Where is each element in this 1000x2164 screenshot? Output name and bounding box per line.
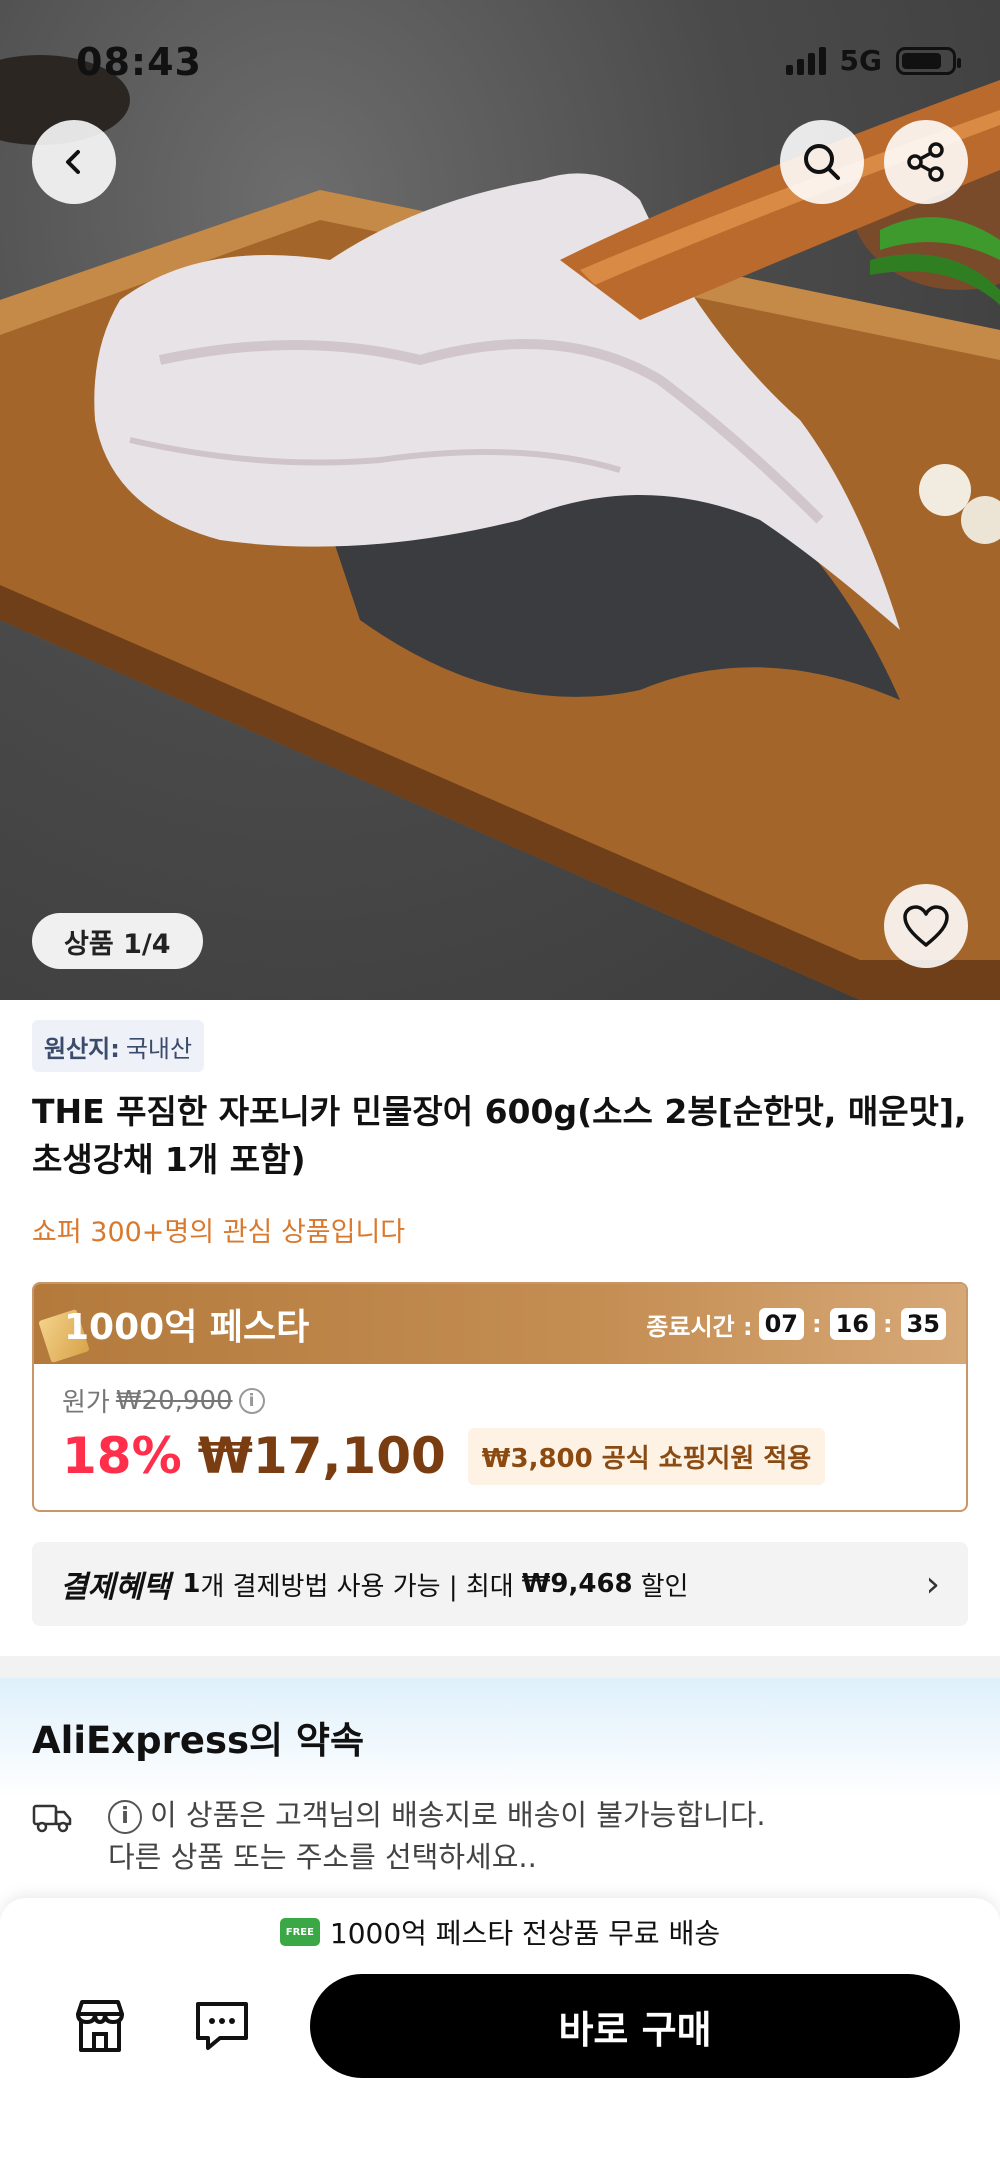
search-button[interactable]: [780, 120, 864, 204]
promise-section: AliExpress의 약속 i이 상품은 고객님의 배송지로 배송이 불가능합…: [0, 1678, 1000, 1898]
original-price-label: 원가: [62, 1388, 110, 1418]
back-button[interactable]: [32, 120, 116, 204]
notice-line-1: 이 상품은 고객님의 배송지로 배송이 불가능합니다.: [150, 1798, 766, 1832]
promise-title: AliExpress의 약속: [32, 1719, 365, 1762]
price-line: 18% ₩17,100 ₩3,800 공식 쇼핑지원 적용: [62, 1427, 938, 1485]
free-shipping-icon: FREE: [279, 1918, 320, 1946]
notice-info-icon: i: [108, 1800, 142, 1834]
bottom-action-bar: FREE 1000억 페스타 전상품 무료 배송 바로 구매: [0, 1898, 1000, 2164]
buy-now-button[interactable]: 바로 구매: [310, 1974, 960, 2078]
status-bar-right: 5G: [785, 44, 961, 77]
timer-seconds: 35: [900, 1308, 946, 1340]
info-icon[interactable]: i: [238, 1387, 265, 1414]
origin-label: 원산지:: [44, 1034, 120, 1063]
battery-icon: [896, 46, 961, 75]
free-shipping-text: 1000억 페스타 전상품 무료 배송: [329, 1917, 721, 1950]
countdown-timer: 종료시간 : 07 : 16 : 35: [646, 1307, 946, 1342]
delivery-notice: i이 상품은 고객님의 배송지로 배송이 불가능합니다. 다른 상품 또는 주소…: [108, 1794, 766, 1878]
signal-icon: [785, 46, 826, 75]
payment-method-count: 1: [182, 1569, 201, 1599]
heart-icon: [903, 905, 949, 947]
status-time: 08:43: [76, 40, 202, 84]
notice-line-2: 다른 상품 또는 주소를 선택하세요..: [108, 1840, 537, 1874]
section-divider: [0, 1656, 1000, 1678]
subsidy-badge: ₩3,800 공식 쇼핑지원 적용: [467, 1427, 826, 1485]
share-icon: [907, 142, 944, 182]
free-shipping-banner: FREE 1000억 페스타 전상품 무료 배송: [0, 1912, 1000, 1952]
share-button[interactable]: [884, 120, 968, 204]
original-price-line: 원가 ₩20,900 i: [62, 1382, 938, 1419]
festa-body: 원가 ₩20,900 i 18% ₩17,100 ₩3,800 공식 쇼핑지원 …: [34, 1364, 966, 1503]
festa-header: 1000억 페스타 종료시간 : 07 : 16 : 35: [34, 1284, 966, 1364]
payment-benefit-label: 결제혜택: [60, 1570, 171, 1605]
truck-icon: [32, 1804, 72, 1833]
original-price: ₩20,900: [115, 1385, 233, 1416]
wishlist-button[interactable]: [884, 884, 968, 968]
search-icon: [804, 144, 840, 180]
timer-minutes: 16: [829, 1308, 875, 1340]
origin-badge: 원산지: 국내산: [32, 1020, 205, 1072]
payment-text-end: 할인: [640, 1571, 689, 1602]
sale-price: ₩17,100: [197, 1427, 446, 1485]
interest-text: 쇼퍼 300+명의 관심 상품입니다: [32, 1217, 406, 1248]
chevron-left-icon: [66, 150, 80, 174]
festa-price-box: 1000억 페스타 종료시간 : 07 : 16 : 35 원가 ₩20,900…: [32, 1282, 968, 1512]
discount-percent: 18%: [62, 1427, 182, 1485]
product-title: THE 푸짐한 자포니카 민물장어 600g(소스 2봉[순한맛, 매운맛], …: [32, 1092, 967, 1179]
payment-max-amount: ₩9,468: [521, 1569, 633, 1599]
timer-hours: 07: [758, 1308, 804, 1340]
payment-benefit-row[interactable]: 결제혜택 1 개 결제방법 사용 가능 | 최대 ₩9,468 할인 ›: [32, 1542, 968, 1626]
origin-value: 국내산: [125, 1034, 193, 1063]
product-image-hero[interactable]: 08:43 5G 상품 1/4: [0, 0, 1000, 1000]
timer-label: 종료시간 :: [646, 1312, 753, 1341]
chevron-right-icon: ›: [925, 1563, 940, 1605]
festa-title: 1000억 페스타: [64, 1307, 310, 1348]
chat-icon[interactable]: [190, 1994, 254, 2058]
store-icon[interactable]: [68, 1994, 132, 2058]
payment-text-mid: 개 결제방법 사용 가능 | 최대: [200, 1571, 514, 1602]
network-type: 5G: [839, 44, 882, 77]
image-counter: 상품 1/4: [32, 913, 203, 969]
